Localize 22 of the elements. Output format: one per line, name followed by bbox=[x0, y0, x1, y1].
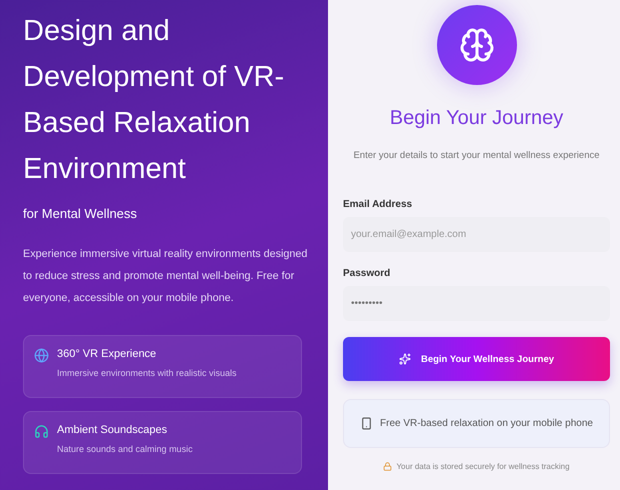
input-field[interactable]: ••••••••• bbox=[343, 286, 610, 321]
feature-description: Immersive environments with realistic visuals bbox=[57, 368, 237, 378]
form-subtitle: Enter your details to start your mental wellness experience bbox=[353, 150, 600, 161]
security-note: Your data is stored securely for wellness tracking bbox=[396, 462, 570, 471]
input-field[interactable]: your.email@example.com bbox=[343, 217, 610, 252]
headphones-icon bbox=[34, 424, 49, 439]
feature-description: Nature sounds and calming music bbox=[57, 444, 193, 454]
form-title: Begin Your Journey bbox=[390, 107, 564, 130]
brain-icon bbox=[458, 27, 494, 63]
hero-subtitle: for Mental Wellness bbox=[23, 206, 138, 221]
feature-title: Ambient Soundscapes bbox=[57, 424, 168, 436]
phone-icon bbox=[360, 417, 374, 430]
hero-description: Experience immersive virtual reality environments designed to reduce stress and promote mental well-being. Free for everyone, accessible on your mobile phone. bbox=[23, 247, 308, 306]
feature-title: 360° VR Experience bbox=[57, 348, 158, 360]
info-text: Free VR-based relaxation on your mobile phone bbox=[380, 418, 593, 429]
submit-button[interactable]: Begin Your Wellness Journey bbox=[343, 337, 610, 381]
globe-icon bbox=[34, 348, 49, 363]
lock-icon bbox=[383, 462, 392, 471]
sparkles-icon bbox=[398, 353, 411, 365]
hero-title: Design and Development of VR- Based Relaxation Environment bbox=[23, 14, 286, 187]
field-label: Email Address bbox=[343, 199, 414, 210]
field-label: Password bbox=[343, 268, 392, 279]
